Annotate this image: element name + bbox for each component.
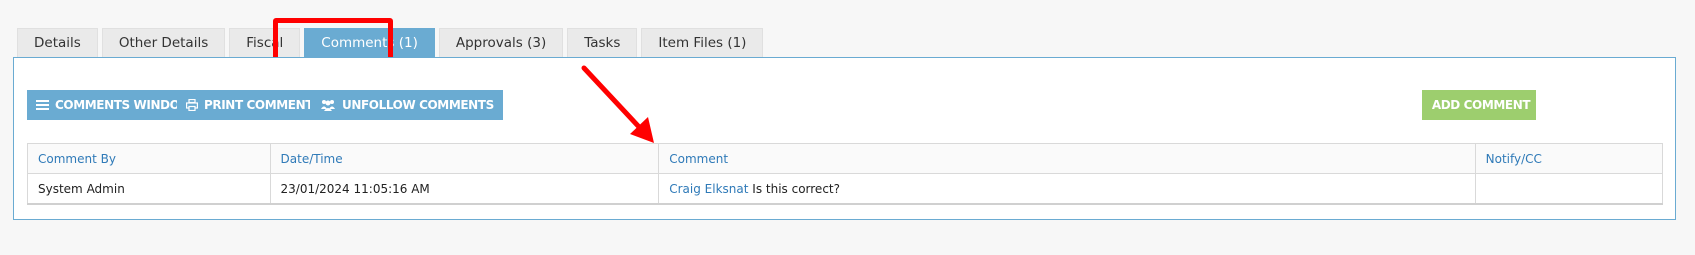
tab-fiscal[interactable]: Fiscal xyxy=(229,28,301,57)
unfollow-comments-button[interactable]: UNFOLLOW COMMENTS xyxy=(310,90,503,120)
comments-table: Comment By Date/Time Comment Notify/CC S… xyxy=(27,143,1664,205)
tab-bar: Details Other Details Fiscal Comments (1… xyxy=(17,28,764,57)
column-header-comment[interactable]: Comment xyxy=(658,143,1476,174)
add-comment-button[interactable]: ADD COMMENT xyxy=(1422,90,1536,120)
list-icon xyxy=(36,100,49,110)
cell-comment-by: System Admin xyxy=(27,173,271,205)
cell-datetime: 23/01/2024 11:05:16 AM xyxy=(269,173,660,205)
tab-approvals[interactable]: Approvals (3) xyxy=(438,28,564,57)
column-header-comment-by[interactable]: Comment By xyxy=(27,143,271,174)
comments-panel: COMMENTS WINDOW PRINT COMMENTS UNFOLLOW … xyxy=(13,57,1676,220)
add-comment-label: ADD COMMENT xyxy=(1431,98,1531,112)
comment-text: Is this correct? xyxy=(752,181,840,196)
column-header-notify-cc[interactable]: Notify/CC xyxy=(1474,143,1664,174)
tab-comments[interactable]: Comments (1) xyxy=(304,28,435,57)
column-header-datetime[interactable]: Date/Time xyxy=(269,143,660,174)
print-comments-button[interactable]: PRINT COMMENTS xyxy=(177,90,331,120)
tab-other-details[interactable]: Other Details xyxy=(101,28,226,57)
comments-window-label: COMMENTS WINDOW xyxy=(55,98,193,112)
print-comments-label: PRINT COMMENTS xyxy=(204,98,322,112)
tab-details[interactable]: Details xyxy=(17,28,98,57)
mention-link[interactable]: Craig Elksnat xyxy=(669,182,748,196)
table-row: System Admin 23/01/2024 11:05:16 AM Crai… xyxy=(27,173,1664,205)
table-header-row: Comment By Date/Time Comment Notify/CC xyxy=(27,143,1664,174)
unfollow-comments-label: UNFOLLOW COMMENTS xyxy=(342,98,494,112)
printer-icon xyxy=(186,99,198,111)
tab-tasks[interactable]: Tasks xyxy=(567,28,638,57)
comments-window-button[interactable]: COMMENTS WINDOW xyxy=(27,90,202,120)
cell-comment: Craig Elksnat Is this correct? xyxy=(658,173,1476,205)
tab-item-files[interactable]: Item Files (1) xyxy=(641,28,764,57)
users-icon xyxy=(321,100,335,111)
cell-notify-cc xyxy=(1474,173,1664,205)
